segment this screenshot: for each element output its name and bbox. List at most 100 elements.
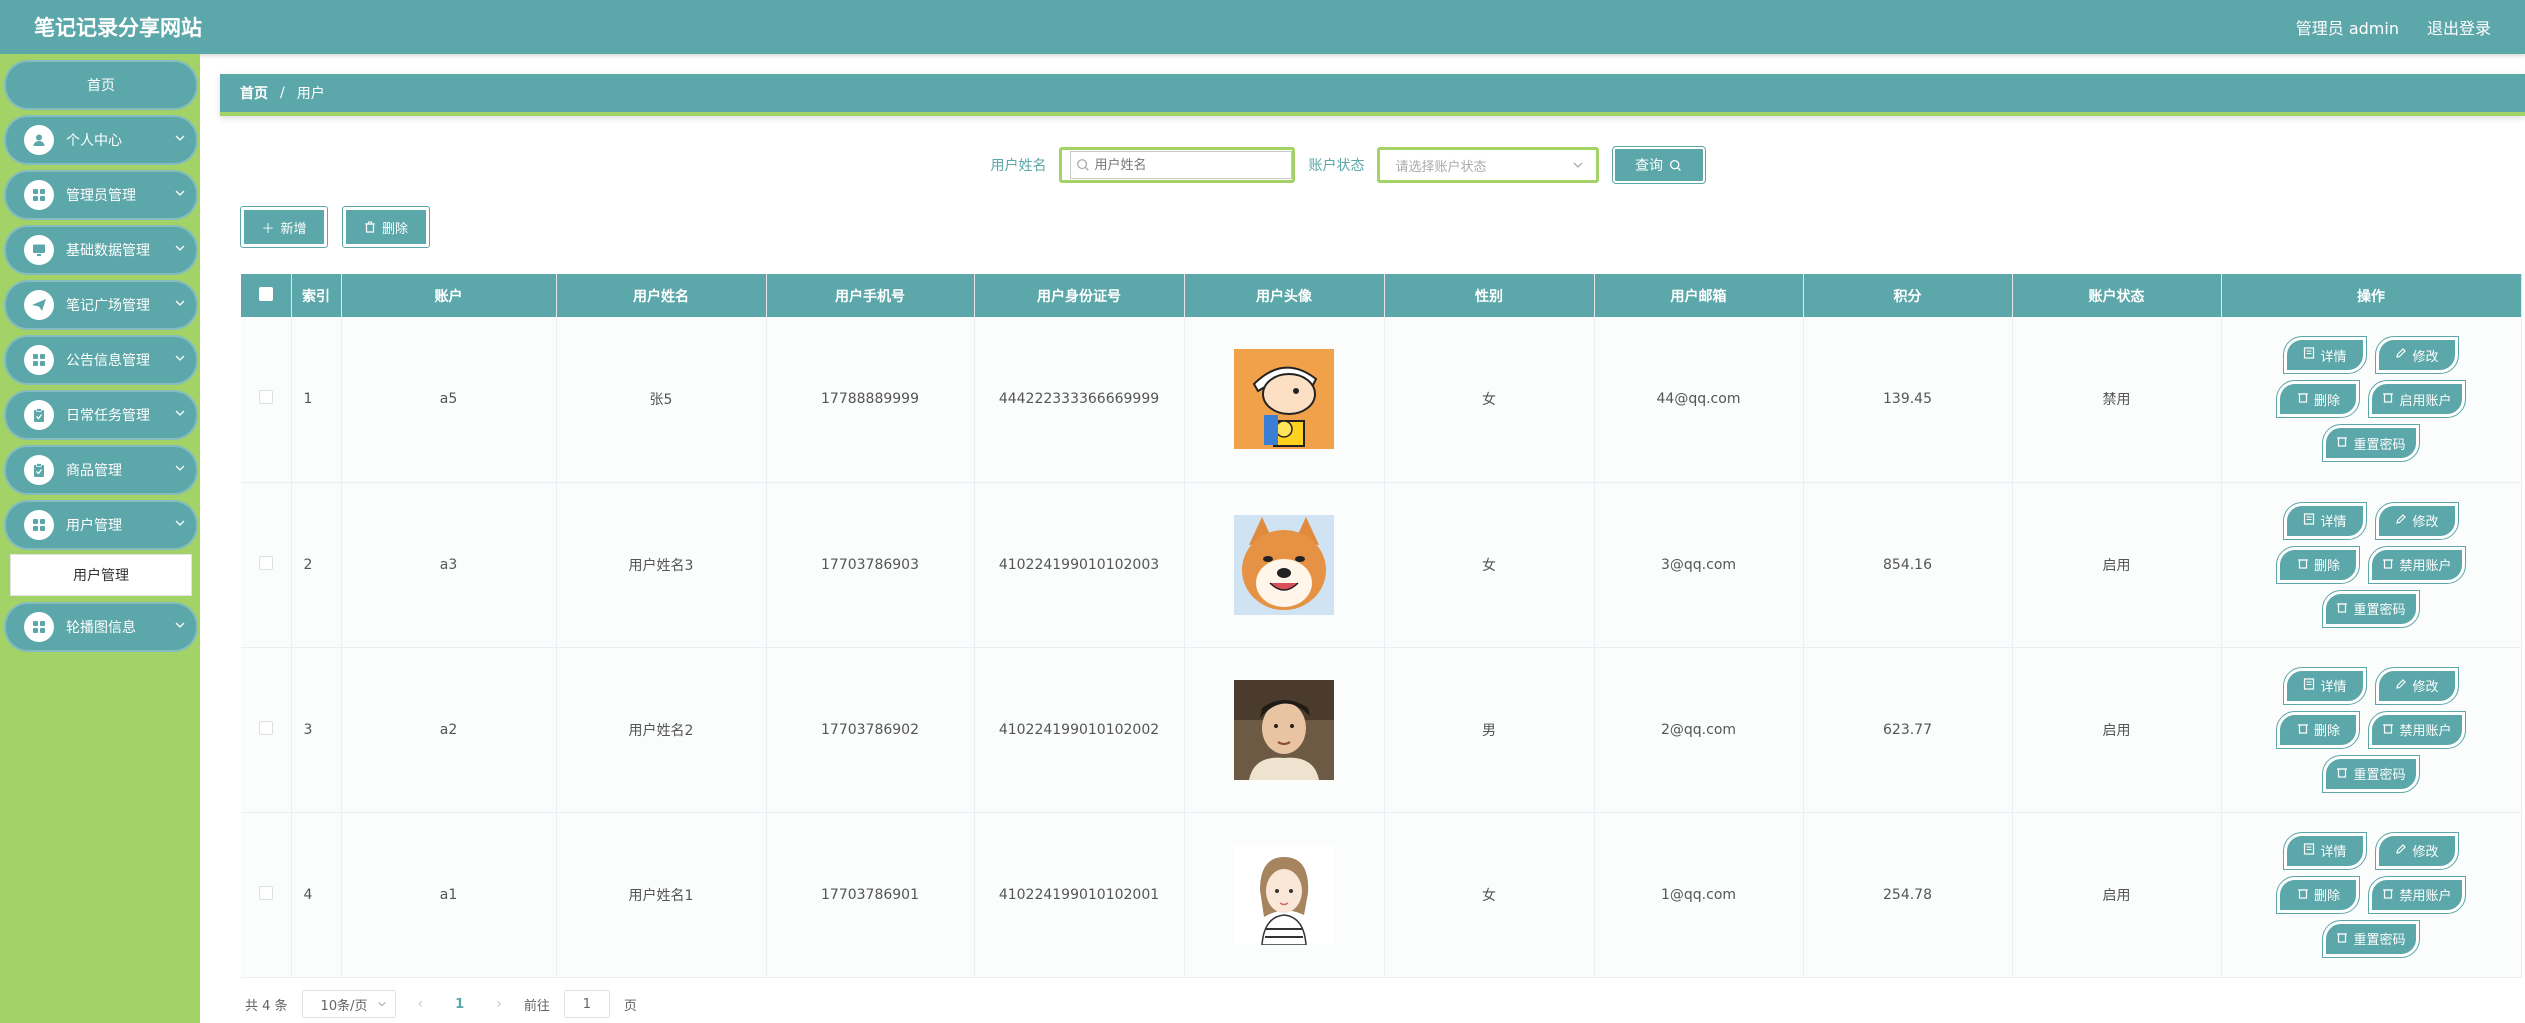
trash-icon bbox=[2297, 722, 2309, 738]
trash-icon bbox=[2297, 887, 2309, 903]
delete-button[interactable]: 删除 bbox=[2276, 875, 2361, 914]
cell-index: 2 bbox=[291, 482, 342, 648]
detail-button[interactable]: 详情 bbox=[2283, 501, 2367, 540]
breadcrumb-current: 用户 bbox=[296, 86, 325, 102]
row-checkbox[interactable] bbox=[258, 390, 273, 405]
pencil-icon bbox=[2395, 513, 2407, 529]
cell-email: 3@qq.com bbox=[1594, 482, 1804, 648]
sidebar-item-5[interactable]: 日常任务管理 bbox=[4, 390, 198, 440]
document-icon bbox=[2303, 512, 2315, 529]
sidebar: 首页 个人中心 管理员管理 基础数据管理 笔记广场管理 公告信息管理 日常任务管… bbox=[0, 54, 200, 1023]
delete-button[interactable]: 删除 bbox=[2276, 545, 2361, 584]
reset-password-button[interactable]: 重置密码 bbox=[2322, 589, 2420, 628]
cell-operations: 详情 修改 删除 启用账户 重置密码 bbox=[2221, 317, 2522, 483]
toggle-account-button[interactable]: 禁用账户 bbox=[2368, 545, 2466, 584]
prev-page-button[interactable]: ‹ bbox=[410, 996, 432, 1012]
sidebar-item-home[interactable]: 首页 bbox=[4, 60, 198, 110]
admin-user-label[interactable]: 管理员 admin bbox=[2296, 15, 2399, 39]
sidebar-item-label: 轮播图信息 bbox=[66, 620, 136, 636]
name-search-input[interactable] bbox=[1069, 151, 1292, 179]
trash-icon bbox=[364, 221, 375, 233]
trash-icon bbox=[2297, 391, 2309, 407]
column-header: 积分 bbox=[1803, 274, 2013, 317]
cell-gender: 女 bbox=[1384, 812, 1595, 978]
page-size-select[interactable]: 10条/页 bbox=[301, 990, 396, 1018]
pagination: 共 4 条 10条/页 ‹ 1 › 前往 页 bbox=[245, 990, 637, 1018]
toggle-account-button[interactable]: 禁用账户 bbox=[2368, 875, 2466, 914]
breadcrumb: 首页 / 用户 bbox=[220, 74, 2525, 116]
row-checkbox[interactable] bbox=[258, 885, 273, 900]
cell-name: 用户姓名2 bbox=[556, 647, 767, 813]
sidebar-item-8[interactable]: 轮播图信息 bbox=[4, 602, 198, 652]
edit-button[interactable]: 修改 bbox=[2375, 336, 2459, 375]
edit-button[interactable]: 修改 bbox=[2375, 831, 2459, 870]
row-checkbox[interactable] bbox=[258, 555, 273, 570]
select-all-cell bbox=[241, 274, 292, 317]
column-header: 用户手机号 bbox=[766, 274, 975, 317]
table-row: 4 a1 用户姓名1 17703786901 41022419901010200… bbox=[241, 812, 2522, 978]
reset-password-button[interactable]: 重置密码 bbox=[2322, 754, 2420, 793]
batch-delete-button[interactable]: 删除 bbox=[342, 206, 430, 248]
status-select[interactable]: 请选择账户状态 bbox=[1376, 147, 1599, 183]
sidebar-item-2[interactable]: 基础数据管理 bbox=[4, 225, 198, 275]
column-header: 账户 bbox=[341, 274, 557, 317]
submenu-user-management[interactable]: 用户管理 bbox=[10, 554, 192, 596]
sidebar-item-4[interactable]: 公告信息管理 bbox=[4, 335, 198, 385]
delete-button-label: 删除 bbox=[2313, 559, 2340, 574]
detail-button-label: 详情 bbox=[2320, 349, 2347, 365]
toggle-account-button[interactable]: 禁用账户 bbox=[2368, 710, 2466, 749]
cell-avatar bbox=[1184, 812, 1385, 978]
query-button[interactable]: 查询 bbox=[1611, 146, 1706, 184]
breadcrumb-home[interactable]: 首页 bbox=[240, 83, 268, 103]
plus-icon: ＋ bbox=[261, 221, 275, 237]
row-select-cell bbox=[241, 482, 292, 648]
cell-phone: 17788889999 bbox=[766, 317, 975, 483]
cell-account: a1 bbox=[341, 812, 557, 978]
detail-button[interactable]: 详情 bbox=[2283, 666, 2367, 705]
table-row: 3 a2 用户姓名2 17703786902 41022419901010200… bbox=[241, 647, 2522, 813]
trash-icon bbox=[2382, 391, 2394, 407]
goto-page-input[interactable] bbox=[563, 990, 610, 1018]
cell-operations: 详情 修改 删除 禁用账户 重置密码 bbox=[2221, 647, 2522, 813]
table-row: 2 a3 用户姓名3 17703786903 41022419901010200… bbox=[241, 482, 2522, 648]
logout-link[interactable]: 退出登录 bbox=[2427, 15, 2491, 39]
cell-operations: 详情 修改 删除 禁用账户 重置密码 bbox=[2221, 482, 2522, 648]
cell-phone: 17703786901 bbox=[766, 812, 975, 978]
trash-icon bbox=[2382, 887, 2394, 903]
detail-button[interactable]: 详情 bbox=[2283, 831, 2367, 870]
young-man-avatar bbox=[1234, 679, 1334, 780]
toggle-account-button[interactable]: 启用账户 bbox=[2368, 380, 2466, 419]
row-select-cell bbox=[241, 812, 292, 978]
top-bar: 笔记记录分享网站 管理员 admin 退出登录 bbox=[0, 0, 2525, 54]
sidebar-item-6[interactable]: 商品管理 bbox=[4, 445, 198, 495]
cell-points: 254.78 bbox=[1803, 812, 2013, 978]
cell-index: 4 bbox=[291, 812, 342, 978]
trash-icon bbox=[2336, 931, 2348, 947]
sidebar-item-7[interactable]: 用户管理 bbox=[4, 500, 198, 550]
sidebar-item-label: 商品管理 bbox=[66, 463, 122, 479]
reset-password-button[interactable]: 重置密码 bbox=[2322, 919, 2420, 958]
cell-operations: 详情 修改 删除 禁用账户 重置密码 bbox=[2221, 812, 2522, 978]
sidebar-item-3[interactable]: 笔记广场管理 bbox=[4, 280, 198, 330]
reset-password-button[interactable]: 重置密码 bbox=[2322, 424, 2420, 463]
cartoon-boy-avatar bbox=[1234, 349, 1334, 450]
select-all-checkbox[interactable] bbox=[258, 286, 273, 301]
page-number[interactable]: 1 bbox=[445, 997, 474, 1012]
add-button[interactable]: ＋ 新增 bbox=[240, 206, 328, 248]
edit-button[interactable]: 修改 bbox=[2375, 666, 2459, 705]
shiba-dog-avatar bbox=[1234, 514, 1334, 615]
detail-button[interactable]: 详情 bbox=[2283, 336, 2367, 375]
delete-button[interactable]: 删除 bbox=[2276, 380, 2361, 419]
edit-button[interactable]: 修改 bbox=[2375, 501, 2459, 540]
chevron-down-icon bbox=[1573, 162, 1582, 168]
sidebar-item-label: 基础数据管理 bbox=[66, 243, 150, 259]
cell-status: 禁用 bbox=[2012, 317, 2222, 483]
trash-icon bbox=[2336, 601, 2348, 617]
next-page-button[interactable]: › bbox=[488, 996, 510, 1012]
delete-button-label: 删除 bbox=[2313, 889, 2340, 904]
row-operations: 详情 修改 删除 禁用账户 重置密码 bbox=[2222, 501, 2521, 628]
search-icon bbox=[1076, 159, 1089, 171]
delete-button[interactable]: 删除 bbox=[2276, 710, 2361, 749]
row-checkbox[interactable] bbox=[258, 720, 273, 735]
detail-button-label: 详情 bbox=[2320, 845, 2347, 860]
